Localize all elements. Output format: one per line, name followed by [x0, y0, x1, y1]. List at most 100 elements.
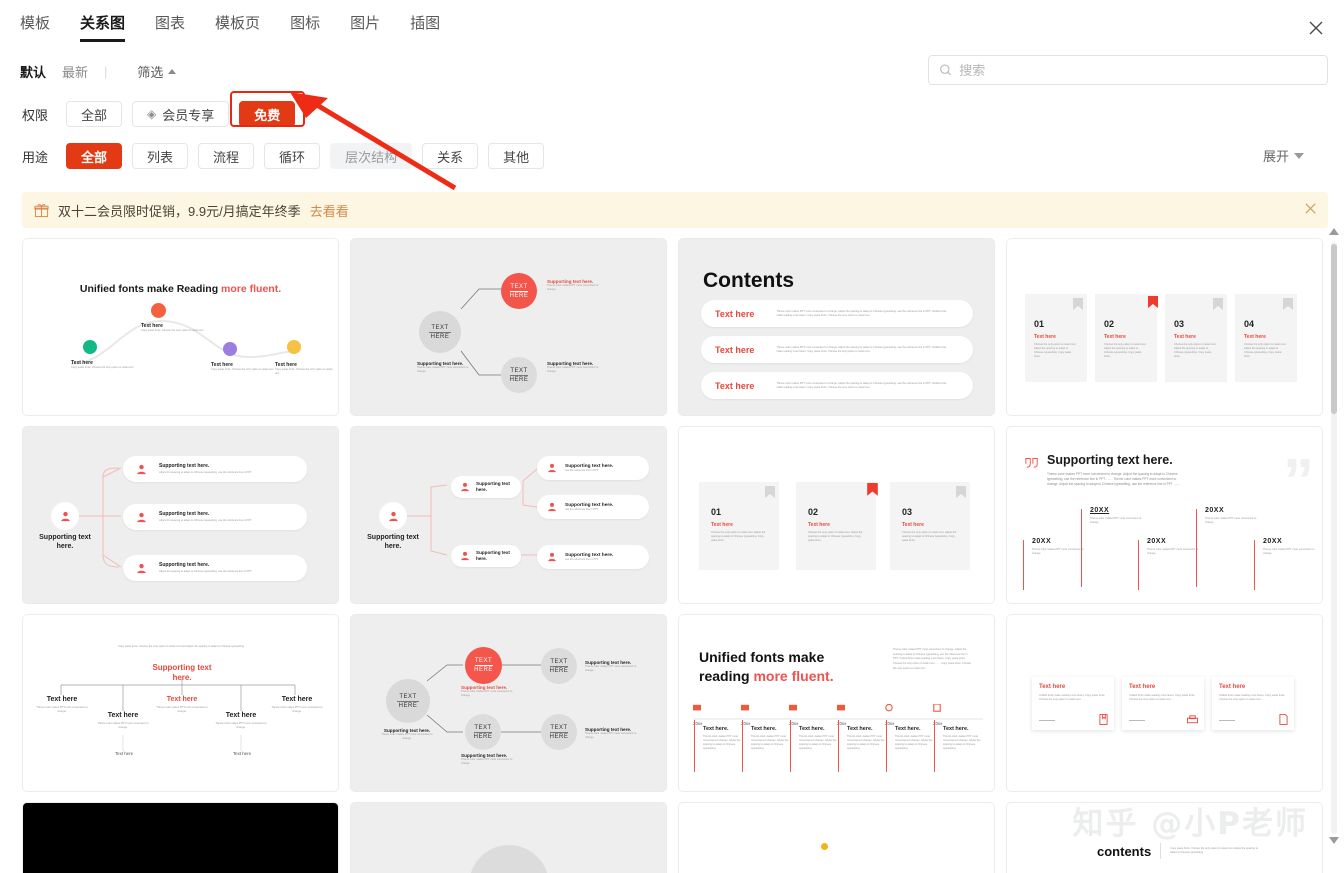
filter-chip-all-permission[interactable]: 全部	[66, 101, 123, 127]
item-body: Choose the only option to retain text. A…	[1104, 343, 1147, 358]
template-card[interactable]: Unified fonts make Reading more fluent. …	[22, 238, 339, 416]
thumb-body: Theme color makes PPT more convenient to…	[1047, 472, 1181, 486]
milestone-body: Theme color makes PPT more convenient to…	[1090, 517, 1142, 524]
filter-chip-member-only[interactable]: ◈ 会员专享	[132, 101, 230, 127]
tab-label: 关系图	[80, 15, 126, 32]
tag-icon	[1073, 298, 1083, 310]
template-card[interactable]: Contents Text here Theme color makes PPT…	[678, 238, 995, 416]
template-card[interactable]: 01 Text here Choose the only option to r…	[1006, 238, 1323, 416]
promo-banner-link[interactable]: 去看看	[310, 201, 349, 220]
file-icon	[1279, 714, 1288, 725]
sub-label: Text here	[114, 751, 134, 756]
caret-up-icon	[168, 68, 177, 74]
template-thumbnail: Supporting text here. Supporting text he…	[23, 427, 338, 603]
item-label: Text here	[902, 522, 924, 528]
milestone-body: Theme color makes PPT more convenient to…	[1032, 548, 1084, 555]
person-icon	[548, 502, 556, 512]
filter-chip-process[interactable]: 流程	[198, 143, 255, 169]
vertical-scrollbar[interactable]	[1328, 228, 1340, 868]
tab-charts[interactable]: 图表	[155, 14, 185, 42]
template-card[interactable]: TEXT HERE TEXT HERE TEXT HERE	[350, 614, 667, 792]
template-thumbnail	[23, 803, 338, 873]
root-label: Supporting text here.	[39, 534, 91, 550]
template-card[interactable]: TEXT HERE TEXT HERE TEXT HERE	[350, 238, 667, 416]
column-line	[742, 720, 743, 772]
divider	[474, 665, 493, 666]
tag-icon	[1148, 296, 1158, 308]
filter-chip-relation[interactable]: 关系	[422, 143, 479, 169]
template-thumbnail: Unified fonts make reading more fluent. …	[679, 615, 994, 791]
template-card[interactable]: Unified fonts make reading more fluent. …	[678, 614, 995, 792]
sort-and-search-bar: 默认 最新 | 筛选	[0, 52, 1344, 90]
leaf-body: use the reference line in PPT.	[565, 557, 599, 561]
item-body: Theme color makes PPT more convenient to…	[381, 733, 433, 740]
close-icon[interactable]	[1304, 16, 1328, 40]
thumb-title: Unified fonts make Reading	[79, 283, 222, 295]
sort-default[interactable]: 默认	[20, 62, 46, 81]
expand-filters-button[interactable]: 展开	[1263, 146, 1304, 165]
template-thumbnail: Copy paste fonts. Choose the only option…	[23, 615, 338, 791]
person-node-root	[379, 502, 407, 530]
filter-chip-cycle[interactable]: 循环	[264, 143, 321, 169]
promo-banner-text: 双十二会员限时促销，9.9元/月搞定年终季	[58, 203, 301, 219]
search-icon	[940, 64, 951, 76]
filter-toggle-button[interactable]: 筛选	[137, 62, 177, 81]
tab-label: 图标	[290, 15, 321, 32]
template-thumbnail: Contents Text here Theme color makes PPT…	[679, 239, 994, 415]
tab-list: 模板 关系图 图表 模板页 图标 图片 插图	[20, 14, 1344, 42]
tab-template-pages[interactable]: 模板页	[215, 14, 260, 42]
scrollbar-thumb[interactable]	[1331, 244, 1337, 414]
circle-node-accent: TEXT HERE	[465, 647, 502, 684]
filter-chip-all-usage[interactable]: 全部	[66, 143, 123, 169]
circle-text-top: TEXT	[550, 658, 568, 665]
filter-row-usage: 用途 全部 列表 流程 循环 层次结构 关系 其他 展开	[22, 138, 1344, 174]
filter-chip-other[interactable]: 其他	[488, 143, 545, 169]
template-card[interactable]: Supporting text here. Supporting text he…	[350, 426, 667, 604]
template-card[interactable]	[22, 802, 339, 873]
filter-chip-free[interactable]: 免费	[239, 101, 296, 127]
template-thumbnail: ” Supporting text here. Theme color make…	[1007, 427, 1322, 603]
results-grid-scroll-area[interactable]: Unified fonts make Reading more fluent. …	[0, 238, 1344, 873]
milestone-line	[1081, 509, 1082, 587]
leaf-heading: Supporting text here.	[565, 463, 614, 469]
search-input[interactable]	[959, 62, 1317, 78]
circle-text-bottom: HERE	[473, 733, 493, 740]
search-box[interactable]	[928, 55, 1328, 85]
filter-toggle-label: 筛选	[137, 64, 164, 80]
item-label: Text here	[1104, 334, 1126, 340]
tab-templates[interactable]: 模板	[20, 14, 50, 42]
column-label: Text here.	[799, 726, 825, 732]
tab-images[interactable]: 图片	[350, 14, 380, 42]
template-card[interactable]: 01 Text here Choose the only option to r…	[678, 426, 995, 604]
column-line	[790, 720, 791, 772]
item-label: Text here	[1129, 684, 1156, 690]
circle-text-top: TEXT	[474, 724, 492, 731]
template-card[interactable]: Supporting text here. Supporting text he…	[22, 426, 339, 604]
divider: |	[104, 63, 108, 79]
caret-down-icon[interactable]	[1329, 837, 1339, 844]
filter-row-label: 用途	[22, 149, 49, 165]
item-heading: Supporting text here.	[159, 511, 210, 518]
template-card[interactable]: ” Supporting text here. Theme color make…	[1006, 426, 1323, 604]
row-label: Text here	[715, 344, 755, 355]
tab-diagrams[interactable]: 关系图	[80, 14, 126, 42]
item-body: Choose the only option to retain text. A…	[902, 531, 957, 542]
node-body: Copy paste fonts. Choose the only option…	[141, 329, 204, 332]
filter-chip-hierarchy[interactable]: 层次结构	[330, 143, 413, 169]
filter-chip-list[interactable]: 列表	[132, 143, 189, 169]
template-card[interactable]	[678, 802, 995, 873]
caret-up-icon[interactable]	[1329, 228, 1339, 235]
sort-newest[interactable]: 最新	[62, 62, 88, 81]
tab-icons[interactable]: 图标	[290, 14, 320, 42]
row-body: Theme color makes PPT more convenient to…	[776, 381, 947, 389]
template-card[interactable]: Text here Unified fonts make reading mor…	[1006, 614, 1323, 792]
template-card[interactable]: Copy paste fonts. Choose the only option…	[22, 614, 339, 792]
column-body: Theme color makes PPT more convenient to…	[943, 735, 981, 750]
filter-row-label: 权限	[22, 107, 49, 123]
template-card[interactable]: contents Copy paste fonts. Choose the on…	[1006, 802, 1323, 873]
person-icon	[60, 511, 70, 521]
template-card[interactable]	[350, 802, 667, 873]
chip-label: 全部	[81, 149, 108, 165]
tab-illustrations[interactable]: 插图	[410, 14, 440, 42]
close-icon[interactable]	[1303, 201, 1318, 221]
